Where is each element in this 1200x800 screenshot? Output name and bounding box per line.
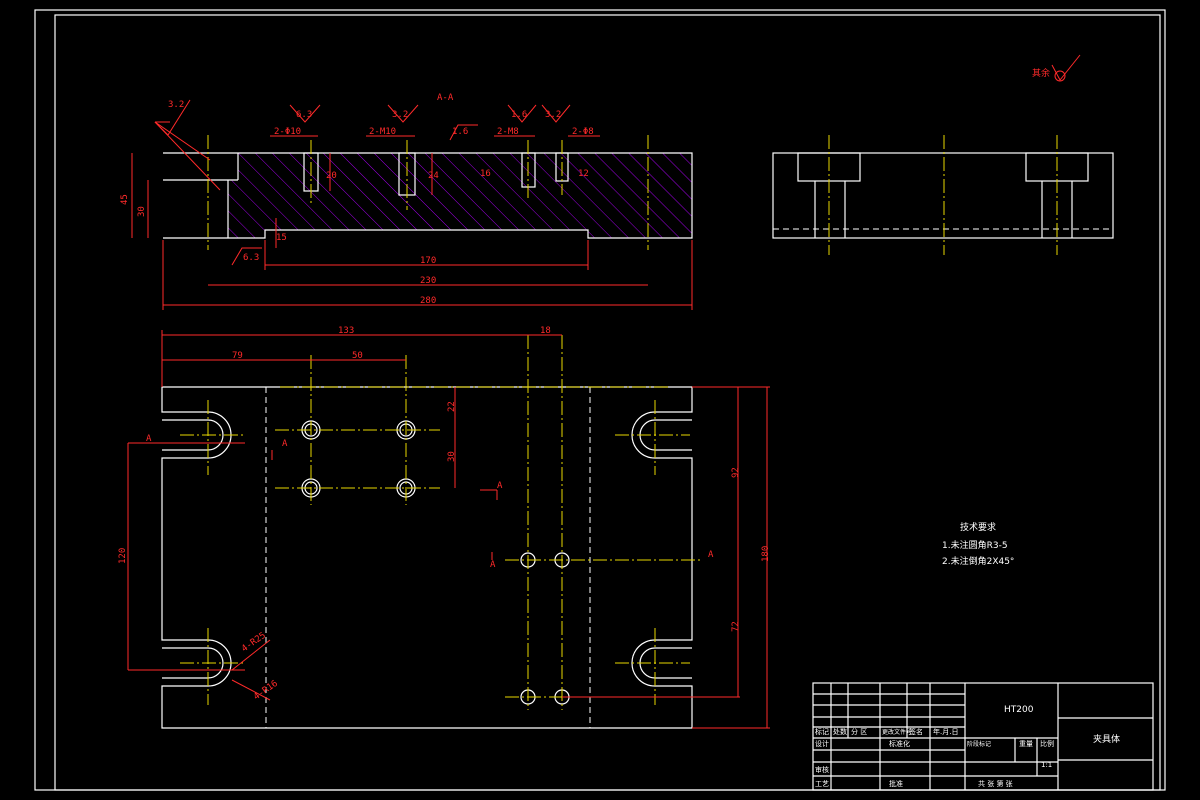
- title-block: HT200 夹具体 标记 处数 分 区 更改文件号 签名 年.月.日 设计 标准…: [812, 682, 1154, 791]
- dim-20: 20: [326, 171, 337, 181]
- scale-value: 1:1: [1041, 761, 1052, 769]
- roughness-7: 6.3: [243, 253, 259, 263]
- roughness-4: 1.6: [452, 127, 468, 137]
- material: HT200: [1004, 705, 1034, 715]
- checker-label: 审核: [815, 765, 829, 774]
- dim-24: 24: [428, 171, 439, 181]
- dim-30-plan: 30: [447, 451, 457, 462]
- tech-req-title: 技术要求: [960, 521, 996, 533]
- tech-req-line1: 1.未注圆角R3-5: [942, 539, 1008, 551]
- dim-16: 16: [480, 169, 491, 179]
- side-view: [772, 135, 1114, 255]
- dim-92: 92: [731, 467, 741, 478]
- section-marker-a1: A: [146, 434, 152, 444]
- inner-frame: [54, 14, 1161, 791]
- roughness-1: 3.2: [168, 100, 184, 110]
- row-header-4: 签名: [909, 727, 923, 736]
- process-label: 工艺: [815, 780, 829, 788]
- standardization-label: 标准化: [889, 739, 910, 748]
- section-marker-a2: A: [282, 439, 288, 449]
- section-marker-a4: A: [490, 560, 496, 570]
- part-name: 夹具体: [1093, 733, 1120, 745]
- dim-72: 72: [731, 621, 741, 632]
- dim-12: 12: [578, 169, 589, 179]
- row-header-1: 处数: [833, 727, 847, 736]
- scale-label: 比例: [1040, 739, 1054, 748]
- dim-45: 45: [120, 194, 130, 205]
- callout-m8: 2-M8: [497, 127, 519, 137]
- sheets-label: 共 张 第 张: [978, 779, 1013, 788]
- designer-label: 设计: [815, 739, 829, 748]
- plan-view: 133 18 79 50 22 30 120 180 92 72 4-R25 4…: [118, 326, 771, 729]
- dim-180: 180: [761, 546, 771, 562]
- dim-18: 18: [540, 326, 551, 336]
- dim-r25: 4-R25: [240, 631, 268, 655]
- roughness-3: 3.2: [392, 110, 408, 120]
- tech-req-line2: 2.未注倒角2X45°: [942, 555, 1014, 567]
- row-header-3: 更改文件号: [882, 728, 912, 736]
- dim-22: 22: [447, 401, 457, 412]
- section-view-a-a: A-A 170 230 280 45 30 15 20 24 16 12 2-Φ…: [120, 93, 693, 310]
- section-marker-a5: A: [708, 550, 714, 560]
- callout-d10: 2-Φ10: [274, 127, 301, 137]
- dim-230: 230: [420, 276, 436, 286]
- callout-d8: 2-Φ8: [572, 127, 594, 137]
- row-header-2: 分 区: [851, 727, 867, 736]
- dim-133: 133: [338, 326, 354, 336]
- approve-label: 批准: [889, 779, 903, 788]
- section-hatch: [228, 153, 692, 238]
- section-marker-a3: A: [497, 481, 503, 491]
- dim-79: 79: [232, 351, 243, 361]
- dim-170: 170: [420, 256, 436, 266]
- roughness-rest: 其余: [1032, 54, 1081, 82]
- callout-m10: 2-M10: [369, 127, 396, 137]
- roughness-rest-label: 其余: [1032, 67, 1050, 79]
- roughness-6: 3.2: [545, 110, 561, 120]
- dim-280: 280: [420, 296, 436, 306]
- row-header-0: 标记: [815, 727, 829, 736]
- dim-50: 50: [352, 351, 363, 361]
- dim-15: 15: [276, 233, 287, 243]
- roughness-5: 1.6: [511, 110, 527, 120]
- cad-drawing-canvas: A-A 170 230 280 45 30 15 20 24 16 12 2-Φ…: [34, 9, 1166, 791]
- row-header-5: 年.月.日: [933, 727, 958, 736]
- dim-30-left: 30: [137, 206, 147, 217]
- weight-label: 重量: [1019, 740, 1033, 748]
- tech-requirements: 技术要求 1.未注圆角R3-5 2.未注倒角2X45°: [942, 521, 1014, 567]
- outer-frame: [34, 9, 1166, 791]
- plan-outline: [161, 386, 693, 729]
- stage-mark-label: 阶段标记: [967, 740, 991, 748]
- section-label: A-A: [437, 93, 454, 103]
- dim-120: 120: [118, 548, 128, 564]
- roughness-2: 6.3: [296, 110, 312, 120]
